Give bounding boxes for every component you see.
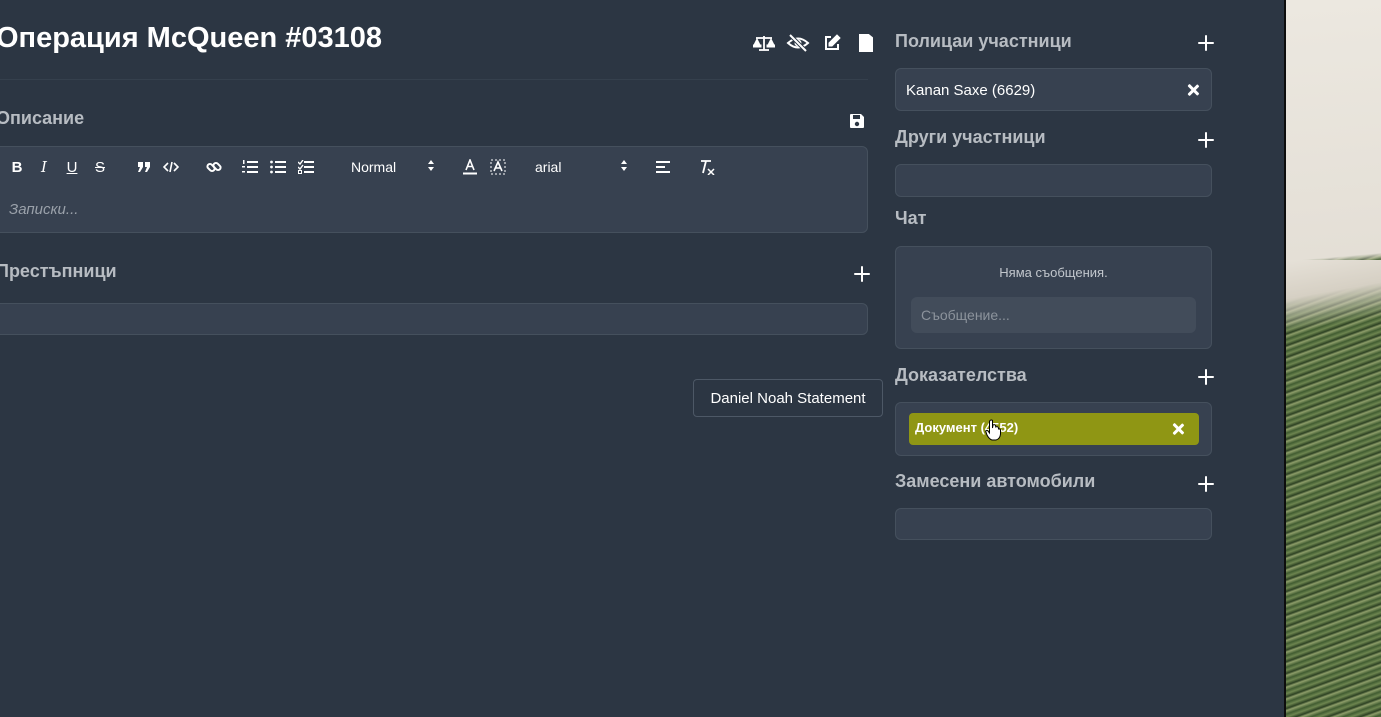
officer-name: Kanan Saxe (6629)	[906, 82, 1036, 99]
chat-title: Чат	[895, 208, 927, 228]
text-color-icon[interactable]	[462, 157, 478, 177]
edit-icon[interactable]	[820, 32, 844, 54]
add-vehicle-button[interactable]	[1197, 475, 1215, 493]
criminals-list	[0, 303, 868, 335]
underline-button[interactable]: U	[65, 157, 79, 177]
officers-title: Полицаи участници	[895, 31, 1072, 51]
chat-empty-text: Няма съобщения.	[999, 265, 1108, 280]
evidence-label: Документ (4552)	[915, 420, 1019, 435]
others-list	[895, 164, 1212, 197]
chat-panel: Няма съобщения.	[895, 246, 1212, 349]
page-title: Операция McQueen #03108	[0, 22, 383, 54]
vehicles-list	[895, 508, 1212, 540]
header-divider	[0, 79, 868, 80]
chat-message-input[interactable]	[911, 297, 1196, 333]
save-icon[interactable]	[849, 113, 865, 129]
criminals-title: Престъпници	[0, 261, 117, 281]
strike-button[interactable]: S	[93, 157, 107, 177]
font-select-arrows-icon[interactable]	[620, 158, 628, 174]
evidence-tooltip: Daniel Noah Statement	[693, 379, 883, 417]
italic-button[interactable]: I	[38, 157, 50, 177]
others-title: Други участници	[895, 127, 1046, 147]
size-select-arrows-icon[interactable]	[427, 158, 435, 174]
editor-toolbar: B I U S Normal arial	[0, 147, 867, 187]
link-icon[interactable]	[206, 157, 222, 177]
remove-evidence-icon[interactable]	[1171, 422, 1185, 436]
bold-button[interactable]: B	[10, 157, 24, 177]
header-actions	[752, 32, 888, 54]
background-color-icon[interactable]	[490, 157, 506, 177]
add-criminal-button[interactable]	[853, 265, 871, 283]
incident-report-panel: Операция McQueen #03108 Описание B I U S	[0, 0, 1284, 717]
scales-icon[interactable]	[752, 32, 776, 54]
size-select[interactable]: Normal	[351, 157, 401, 177]
officers-list: Kanan Saxe (6629)	[895, 68, 1212, 111]
evidence-title: Доказателства	[895, 365, 1027, 385]
hand-cursor-icon	[985, 419, 1001, 441]
blockquote-icon[interactable]	[136, 157, 152, 177]
notes-editor: B I U S Normal arial Записки...	[0, 146, 868, 233]
evidence-list: Документ (4552)	[895, 402, 1212, 456]
description-title: Описание	[0, 108, 85, 128]
evidence-chip[interactable]: Документ (4552)	[909, 413, 1199, 445]
remove-officer-icon[interactable]	[1186, 83, 1200, 97]
file-icon[interactable]	[854, 32, 878, 54]
align-icon[interactable]	[655, 157, 671, 177]
vehicles-title: Замесени автомобили	[895, 471, 1096, 491]
clear-format-icon[interactable]	[699, 157, 715, 177]
font-select[interactable]: arial	[535, 157, 585, 177]
ordered-list-icon[interactable]	[242, 157, 258, 177]
add-officer-button[interactable]	[1197, 34, 1215, 52]
checklist-icon[interactable]	[298, 157, 314, 177]
add-evidence-button[interactable]	[1197, 368, 1215, 386]
background-photo	[1284, 0, 1381, 717]
code-icon[interactable]	[163, 157, 179, 177]
add-other-button[interactable]	[1197, 131, 1215, 149]
notes-placeholder[interactable]: Записки...	[9, 201, 78, 218]
eye-slash-icon[interactable]	[786, 32, 810, 54]
bullet-list-icon[interactable]	[270, 157, 286, 177]
